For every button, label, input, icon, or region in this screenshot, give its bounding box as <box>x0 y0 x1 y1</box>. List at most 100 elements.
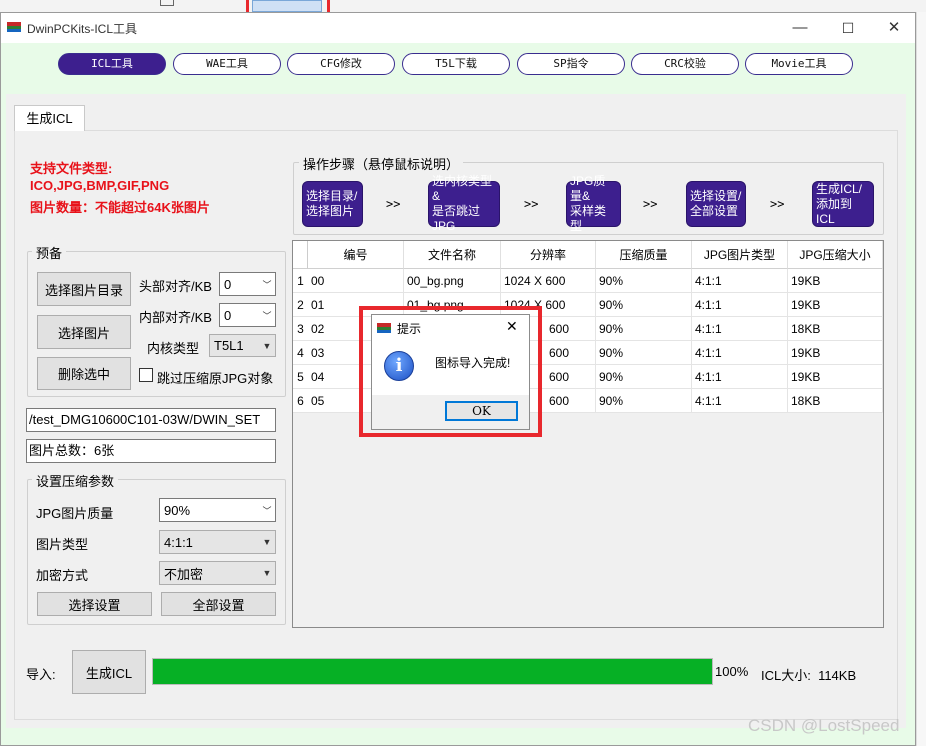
chevron-down-icon: ﹀ <box>262 505 272 516</box>
jpg-quality-value: 90% <box>164 502 191 518</box>
generate-icl-button[interactable]: 生成ICL <box>72 650 146 694</box>
select-dir-button[interactable]: 选择图片目录 <box>37 272 131 306</box>
table-cell[interactable]: 19KB <box>788 293 883 317</box>
table-cell[interactable]: 4:1:1 <box>692 389 788 413</box>
supported-types-list: ICO,JPG,BMP,GIF,PNG <box>30 178 170 193</box>
step-select-dir[interactable]: 选择目录/选择图片 <box>302 181 363 227</box>
dropdown-arrow-icon: ▼ <box>262 340 272 351</box>
background-window-fragment <box>160 0 174 6</box>
table-cell[interactable]: 4:1:1 <box>692 365 788 389</box>
table-cell[interactable]: 00 <box>308 269 404 293</box>
column-header[interactable]: 压缩质量 <box>596 241 692 269</box>
core-type-label: 内核类型 <box>147 341 200 356</box>
table-cell[interactable]: 19KB <box>788 341 883 365</box>
inner-align-select[interactable]: 0 ﹀ <box>219 303 276 327</box>
row-header[interactable]: 1 <box>293 269 308 293</box>
step-arrow: >> <box>524 197 539 211</box>
step-jpg-quality[interactable]: JPG质量& 采样类型 <box>566 174 621 233</box>
step-text: 生成ICL/ <box>816 181 863 196</box>
tab-cfg-edit[interactable]: CFG修改 <box>287 53 395 75</box>
step-text: 选择图片 <box>306 204 355 218</box>
table-cell[interactable]: 19KB <box>788 269 883 293</box>
table-cell[interactable]: 4:1:1 <box>692 317 788 341</box>
step-select-core[interactable]: 选内核类型& 是否跳过JPG <box>428 174 500 233</box>
step-select-settings[interactable]: 选择设置/全部设置 <box>686 181 746 227</box>
table-cell[interactable]: 4:1:1 <box>692 341 788 365</box>
prep-title: 预备 <box>32 243 67 262</box>
table-cell[interactable]: 90% <box>596 317 692 341</box>
head-align-value: 0 <box>224 276 232 292</box>
info-icon: i <box>384 351 414 381</box>
table-cell[interactable]: 19KB <box>788 365 883 389</box>
column-header[interactable]: 文件名称 <box>404 241 501 269</box>
image-type-select[interactable]: 4:1:1 ▼ <box>159 530 276 554</box>
dropdown-arrow-icon: ▼ <box>262 537 272 547</box>
background-right-strip <box>916 12 926 746</box>
table-cell[interactable]: 90% <box>596 341 692 365</box>
row-header[interactable]: 2 <box>293 293 308 317</box>
encrypt-select[interactable]: 不加密 ▼ <box>159 561 276 585</box>
table-cell[interactable]: 90% <box>596 389 692 413</box>
image-type-label: 图片类型 <box>36 537 89 552</box>
progress-bar <box>152 658 713 685</box>
tab-wae-tool[interactable]: WAE工具 <box>173 53 281 75</box>
tab-sp-command[interactable]: SP指令 <box>517 53 625 75</box>
message-dialog: 提示 ✕ i 图标导入完成! OK <box>371 314 530 430</box>
column-header[interactable]: JPG图片类型 <box>692 241 788 269</box>
inner-align-value: 0 <box>224 307 232 323</box>
table-cell[interactable]: 4:1:1 <box>692 293 788 317</box>
all-settings-button[interactable]: 全部设置 <box>161 592 276 616</box>
step-text: 全部设置 <box>690 204 739 218</box>
ok-button[interactable]: OK <box>445 401 518 421</box>
table-cell[interactable]: 1024 X 600 <box>501 269 596 293</box>
chevron-down-icon: ﹀ <box>262 310 272 321</box>
table-cell[interactable]: 4:1:1 <box>692 269 788 293</box>
title-bar: DwinPCKits-ICL工具 — ☐ ✕ <box>1 13 915 43</box>
maximize-button[interactable]: ☐ <box>825 13 871 43</box>
select-settings-button[interactable]: 选择设置 <box>37 592 152 616</box>
image-count-limit: 图片数量：不能超过64K张图片 <box>30 200 210 215</box>
minimize-button[interactable]: — <box>777 13 823 43</box>
table-cell[interactable]: 18KB <box>788 389 883 413</box>
table-cell[interactable]: 90% <box>596 293 692 317</box>
row-header[interactable]: 3 <box>293 317 308 341</box>
step-text: JPG质量& <box>570 174 606 203</box>
table-cell[interactable]: 90% <box>596 365 692 389</box>
delete-selected-button[interactable]: 删除选中 <box>37 357 131 390</box>
table-cell[interactable]: 18KB <box>788 317 883 341</box>
table-cell[interactable]: 00_bg.png <box>404 269 501 293</box>
skip-jpg-checkbox[interactable] <box>139 368 153 382</box>
background-desktop-strip <box>0 0 926 12</box>
tab-crc-check[interactable]: CRC校验 <box>631 53 739 75</box>
jpg-quality-select[interactable]: 90% ﹀ <box>159 498 276 522</box>
core-type-value: T5L1 <box>214 338 244 353</box>
close-button[interactable]: ✕ <box>871 13 917 43</box>
select-image-button[interactable]: 选择图片 <box>37 315 131 349</box>
skip-jpg-label: 跳过压缩原JPG对象 <box>157 371 274 386</box>
app-logo-icon <box>7 22 21 32</box>
path-field[interactable]: /test_DMG10600C101-03W/DWIN_SET <box>26 408 276 432</box>
step-generate-icl[interactable]: 生成ICL/添加到ICL <box>812 181 874 227</box>
image-type-value: 4:1:1 <box>164 534 193 550</box>
row-header[interactable]: 4 <box>293 341 308 365</box>
total-count-field: 图片总数：6张 <box>26 439 276 463</box>
step-text: 选择目录/ <box>306 189 358 203</box>
core-type-select[interactable]: T5L1 ▼ <box>209 334 276 357</box>
column-header[interactable]: JPG压缩大小 <box>788 241 883 269</box>
row-header[interactable]: 5 <box>293 365 308 389</box>
dropdown-arrow-icon: ▼ <box>262 568 272 578</box>
tab-t5l-download[interactable]: T5L下载 <box>402 53 510 75</box>
head-align-label: 头部对齐/KB <box>139 279 212 294</box>
head-align-select[interactable]: 0 ﹀ <box>219 272 276 296</box>
step-arrow: >> <box>386 197 401 211</box>
column-header[interactable]: 分辨率 <box>501 241 596 269</box>
column-header[interactable]: 编号 <box>308 241 404 269</box>
tab-icl-tool[interactable]: ICL工具 <box>58 53 166 75</box>
close-icon: ✕ <box>887 19 901 36</box>
row-header[interactable]: 6 <box>293 389 308 413</box>
table-cell[interactable]: 90% <box>596 269 692 293</box>
dialog-close-icon[interactable]: ✕ <box>506 318 518 335</box>
chevron-down-icon: ﹀ <box>262 279 272 290</box>
subtab-generate-icl[interactable]: 生成ICL <box>14 105 85 131</box>
tab-movie-tool[interactable]: Movie工具 <box>745 53 853 75</box>
